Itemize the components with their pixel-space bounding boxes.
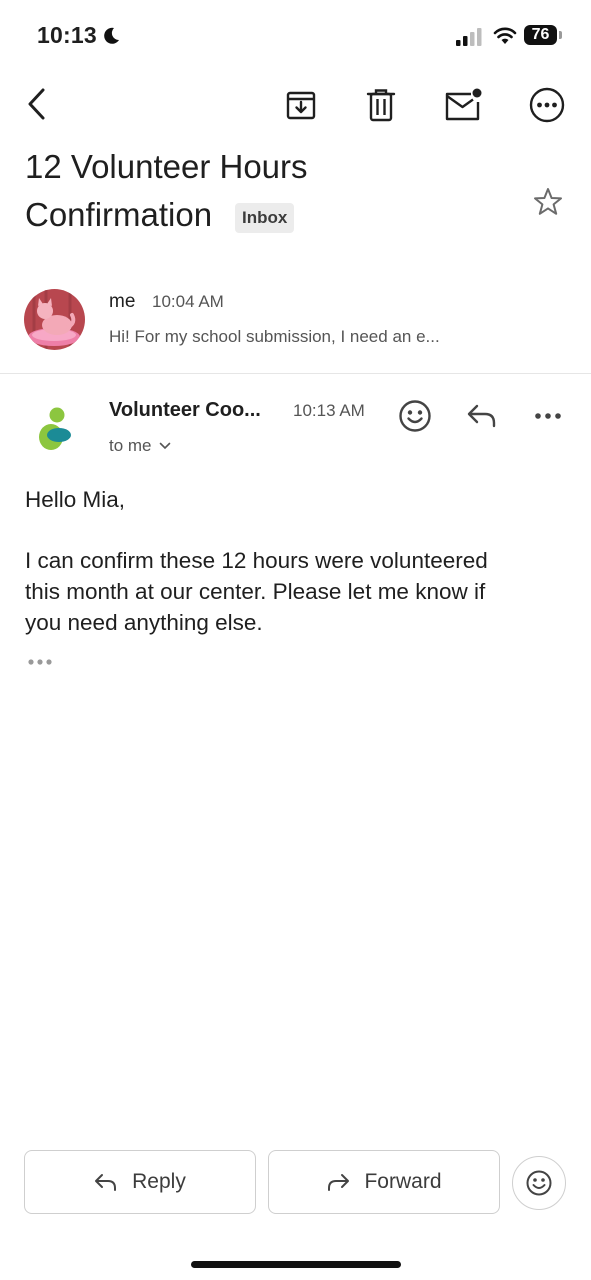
back-button[interactable] [18,84,54,124]
more-horizontal-circle-icon [529,87,565,123]
forward-button[interactable]: Forward [268,1150,500,1214]
more-horizontal-icon [535,413,561,419]
email-body: I can confirm these 12 hours were volunt… [25,545,570,638]
reply-icon [95,1174,117,1191]
reply-button[interactable]: Reply [24,1150,256,1214]
avatar [24,289,85,350]
add-reaction-button[interactable] [396,397,434,435]
cat-avatar-image [24,289,85,350]
sender-logo [36,406,74,457]
chevron-down-icon [159,442,170,450]
react-button[interactable] [512,1156,566,1210]
wifi-icon [493,27,517,44]
inbox-label-badge[interactable]: Inbox [235,203,295,233]
delete-button[interactable] [362,86,400,124]
subject-line-2: Confirmation [25,196,213,233]
reply-icon [467,404,496,428]
status-time: 10:13 [37,22,97,48]
ellipsis-icon [28,659,52,665]
sender-name: Volunteer Coo... [109,399,261,421]
collapsed-message[interactable] [0,275,591,371]
sender-name: me [109,291,136,312]
subject-line-1: 12 Volunteer Hours [25,148,308,185]
moon-icon [104,27,119,44]
trash-icon [366,89,396,122]
message-divider [0,373,591,374]
battery-indicator: 76 [524,25,557,45]
more-options-button[interactable] [527,85,567,125]
mark-unread-icon [445,88,482,121]
home-indicator [191,1261,401,1268]
message-time: 10:13 AM [293,401,365,420]
body-line: this month at our center. Please let me … [25,579,486,604]
show-trimmed-content-button[interactable] [24,654,56,670]
reply-label: Reply [132,1170,186,1193]
recipient-label: to me [109,436,152,455]
star-button[interactable] [530,184,566,220]
smiley-icon [526,1170,552,1196]
star-outline-icon [534,188,562,215]
volunteer-logo-icon [39,407,71,450]
reply-icon-button[interactable] [463,399,501,433]
cellular-signal-icon [456,28,482,46]
smiley-icon [399,400,431,432]
body-line: I can confirm these 12 hours were volunt… [25,548,488,573]
message-snippet: Hi! For my school submission, I need an … [109,327,440,346]
battery-level: 76 [531,26,550,43]
email-greeting: Hello Mia, [25,487,126,512]
archive-icon [286,91,316,120]
archive-button[interactable] [282,86,320,124]
message-more-button[interactable] [530,401,566,431]
forward-label: Forward [364,1170,442,1193]
body-line: you need anything else. [25,610,263,635]
mark-unread-button[interactable] [442,86,484,124]
message-time: 10:04 AM [152,292,224,311]
recipients-toggle[interactable]: to me [109,436,171,456]
forward-icon [328,1174,350,1191]
battery-tip [559,31,562,39]
chevron-left-icon [28,88,45,120]
